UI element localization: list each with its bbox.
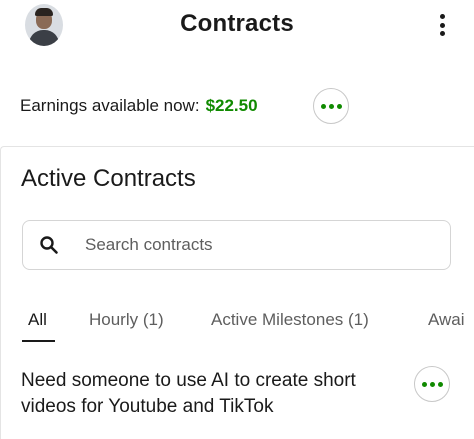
- contract-tabs: All Hourly (1) Active Milestones (1) Awa…: [0, 308, 474, 344]
- tab-all[interactable]: All: [28, 310, 47, 330]
- more-dot: [320, 103, 326, 109]
- kebab-dot: [439, 31, 445, 36]
- more-dot: [429, 381, 435, 387]
- contract-title[interactable]: Need someone to use AI to create short v…: [21, 368, 401, 420]
- earnings-summary: Earnings available now: $22.50: [20, 96, 258, 116]
- kebab-dot: [439, 14, 445, 19]
- contract-more-button[interactable]: [414, 366, 450, 402]
- more-dot: [437, 381, 443, 387]
- section-title: Active Contracts: [21, 165, 196, 192]
- kebab-menu-icon[interactable]: [434, 12, 450, 38]
- earnings-amount: $22.50: [205, 96, 258, 115]
- more-dot: [336, 103, 342, 109]
- tab-hourly[interactable]: Hourly (1): [89, 310, 164, 330]
- search-input[interactable]: [85, 231, 425, 259]
- more-dot: [328, 103, 334, 109]
- tab-active-milestones[interactable]: Active Milestones (1): [211, 310, 369, 330]
- search-box[interactable]: [22, 220, 451, 270]
- top-bar: Contracts: [0, 0, 474, 56]
- more-dot: [421, 381, 427, 387]
- kebab-dot: [439, 22, 445, 28]
- tab-awaiting[interactable]: Awai: [428, 310, 465, 330]
- active-tab-indicator: [22, 340, 55, 342]
- page-title: Contracts: [180, 10, 294, 37]
- earnings-more-button[interactable]: [313, 88, 349, 124]
- earnings-label: Earnings available now:: [20, 96, 200, 115]
- search-icon: [40, 236, 58, 254]
